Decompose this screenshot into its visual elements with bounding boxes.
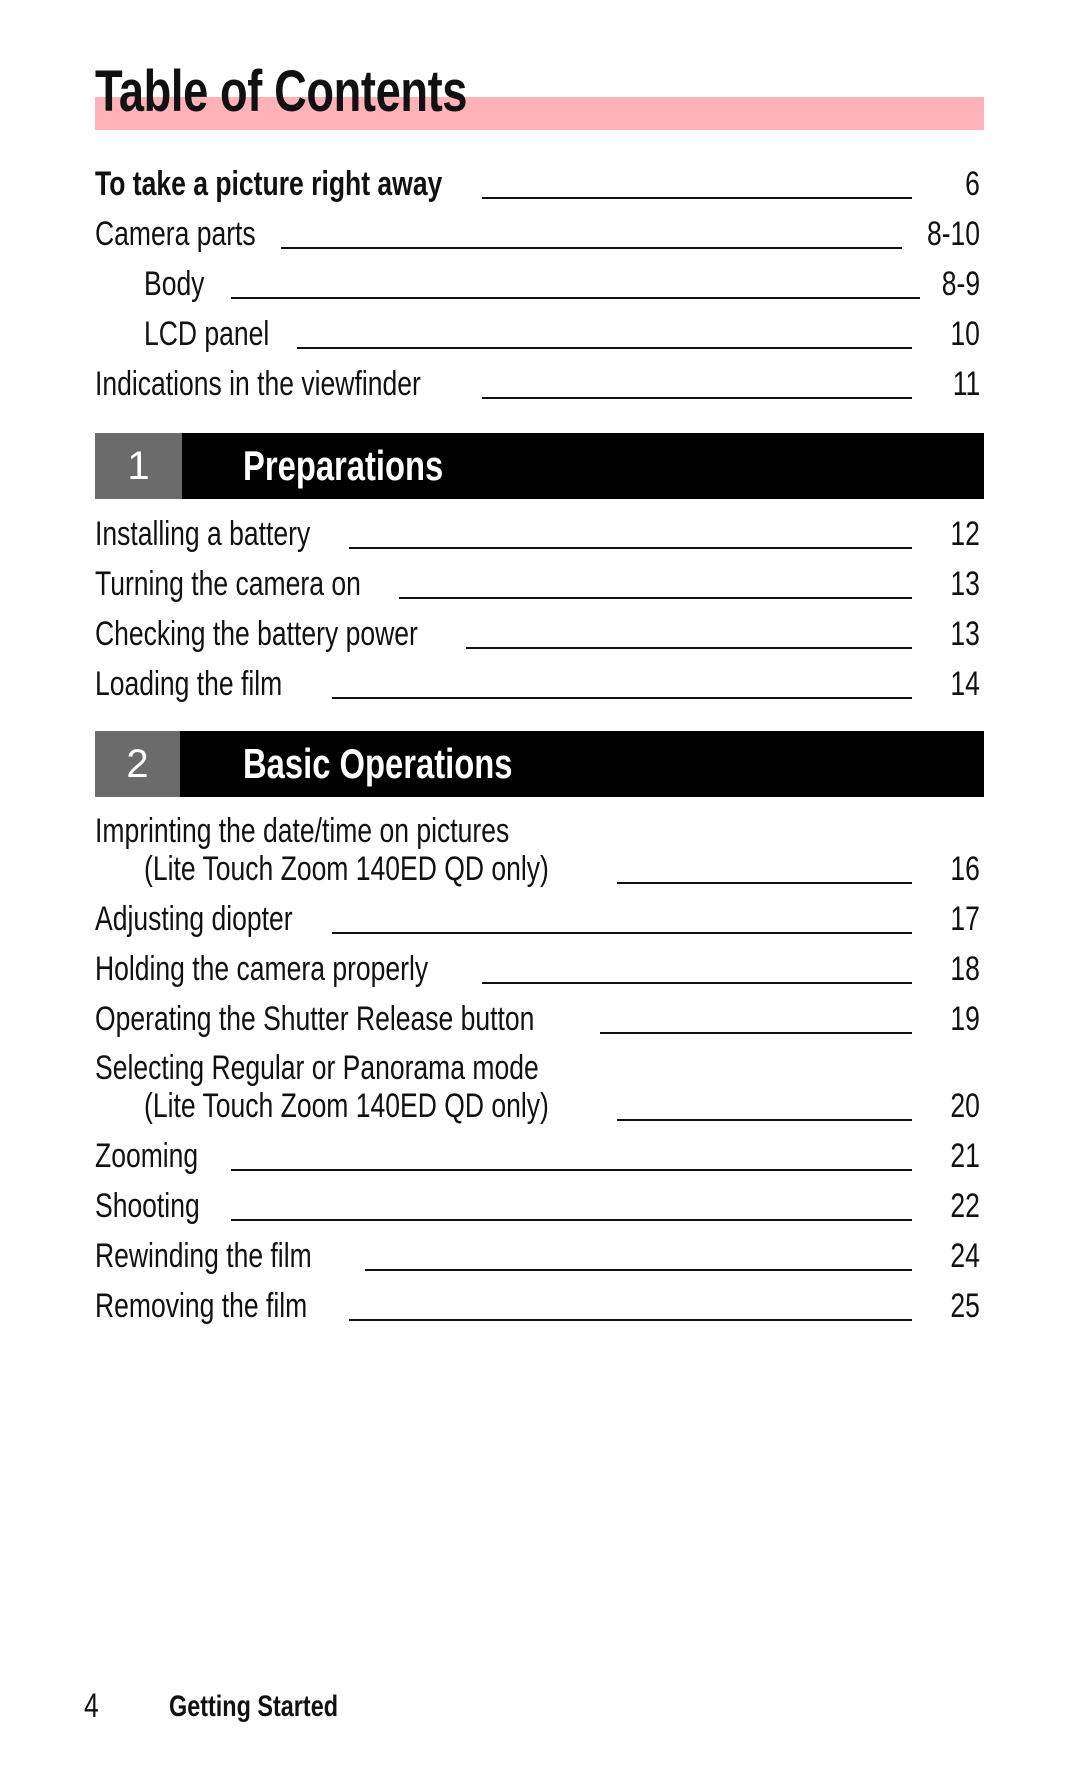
- toc-page-number: 8-10: [926, 215, 980, 253]
- toc-entry-sublabel: (Lite Touch Zoom 140ED QD only): [144, 850, 549, 888]
- toc-entry[interactable]: Rewinding the film 24: [95, 1236, 980, 1276]
- toc-entry[interactable]: Imprinting the date/time on pictures (Li…: [95, 811, 980, 891]
- toc-entry-label: Turning the camera on: [95, 565, 361, 603]
- toc-page-number: 22: [950, 1187, 980, 1225]
- toc-leader: [617, 882, 912, 884]
- toc-entry[interactable]: Adjusting diopter 17: [95, 899, 980, 939]
- toc-entry-label: Camera parts: [95, 215, 256, 253]
- toc-entry-label: Rewinding the film: [95, 1237, 312, 1275]
- section-number: 2: [95, 731, 180, 797]
- toc-entry-label: Holding the camera properly: [95, 950, 429, 988]
- toc-entry[interactable]: LCD panel 10: [95, 314, 980, 354]
- toc-page-number: 13: [950, 565, 980, 603]
- toc-leader: [600, 1032, 912, 1034]
- toc-leader: [297, 347, 912, 349]
- toc-entry-label: Installing a battery: [95, 515, 311, 553]
- toc-leader: [281, 247, 902, 249]
- toc-leader: [231, 1219, 912, 1221]
- toc-entry-label: LCD panel: [144, 315, 270, 353]
- toc-page-number: 18: [950, 950, 980, 988]
- toc-entry[interactable]: Camera parts 8-10: [95, 214, 980, 254]
- toc-page-number: 12: [950, 515, 980, 553]
- toc-entry[interactable]: Checking the battery power 13: [95, 614, 980, 654]
- toc-entry[interactable]: Loading the film 14: [95, 664, 980, 704]
- toc-entry-label: Indications in the viewfinder: [95, 365, 421, 403]
- toc-page-number: 14: [950, 665, 980, 703]
- toc-leader: [617, 1119, 912, 1121]
- toc-leader: [365, 1269, 912, 1271]
- toc-leader: [399, 597, 912, 599]
- toc-entry[interactable]: To take a picture right away 6: [95, 164, 980, 204]
- toc-leader: [466, 647, 912, 649]
- toc-entry-label: Checking the battery power: [95, 615, 418, 653]
- toc-entry[interactable]: Indications in the viewfinder 11: [95, 364, 980, 404]
- toc-entry[interactable]: Zooming 21: [95, 1136, 980, 1176]
- toc-entry-sublabel: (Lite Touch Zoom 140ED QD only): [144, 1087, 549, 1125]
- toc-page-number: 24: [950, 1237, 980, 1275]
- toc-page-number: 13: [950, 615, 980, 653]
- toc-entry-label: Adjusting diopter: [95, 900, 293, 938]
- toc-page-number: 6: [965, 165, 980, 203]
- page-title: Table of Contents: [95, 59, 468, 124]
- toc-leader: [349, 1319, 912, 1321]
- toc-entry-label: To take a picture right away: [95, 165, 443, 203]
- toc-page-number: 11: [952, 365, 980, 403]
- toc-page-number: 8-9: [941, 265, 980, 303]
- toc-page-number: 10: [950, 315, 980, 353]
- toc-entry[interactable]: Selecting Regular or Panorama mode (Lite…: [95, 1048, 980, 1128]
- toc-page-number: 16: [950, 850, 980, 888]
- toc-entry-label: Shooting: [95, 1187, 200, 1225]
- toc-entry[interactable]: Shooting 22: [95, 1186, 980, 1226]
- toc-entry-label: Removing the film: [95, 1287, 308, 1325]
- toc-leader: [332, 932, 912, 934]
- section-header-preparations[interactable]: 1 Preparations: [95, 433, 984, 499]
- toc-entry-label: Imprinting the date/time on pictures: [95, 812, 510, 850]
- toc-entry[interactable]: Removing the film 25: [95, 1286, 980, 1326]
- toc-page-number: 20: [950, 1087, 980, 1125]
- toc-leader: [231, 1169, 912, 1171]
- toc-leader: [482, 197, 912, 199]
- toc-page-number: 17: [950, 900, 980, 938]
- toc-entry-label: Operating the Shutter Release button: [95, 1000, 535, 1038]
- section-number: 1: [95, 433, 182, 499]
- toc-leader: [482, 982, 912, 984]
- toc-entry[interactable]: Operating the Shutter Release button 19: [95, 999, 980, 1039]
- footer-chapter-title: Getting Started: [169, 1690, 339, 1723]
- section-header-basic-operations[interactable]: 2 Basic Operations: [95, 731, 984, 797]
- toc-leader: [482, 397, 912, 399]
- toc-entry[interactable]: Holding the camera properly 18: [95, 949, 980, 989]
- toc-page-number: 25: [950, 1287, 980, 1325]
- toc-entry[interactable]: Turning the camera on 13: [95, 564, 980, 604]
- toc-entry-label: Selecting Regular or Panorama mode: [95, 1049, 539, 1087]
- toc-entry-label: Zooming: [95, 1137, 199, 1175]
- toc-leader: [231, 297, 920, 299]
- section-title: Preparations: [243, 442, 444, 489]
- toc-page-number: 21: [950, 1137, 980, 1175]
- toc-leader: [332, 697, 912, 699]
- toc-entry[interactable]: Body 8-9: [95, 264, 980, 304]
- toc-entry-label: Loading the film: [95, 665, 283, 703]
- toc-leader: [349, 547, 912, 549]
- toc-page-number: 19: [950, 1000, 980, 1038]
- toc-entry[interactable]: Installing a battery 12: [95, 514, 980, 554]
- toc-entry-label: Body: [144, 265, 205, 303]
- footer-page-number: 4: [84, 1687, 99, 1725]
- section-title: Basic Operations: [243, 740, 513, 787]
